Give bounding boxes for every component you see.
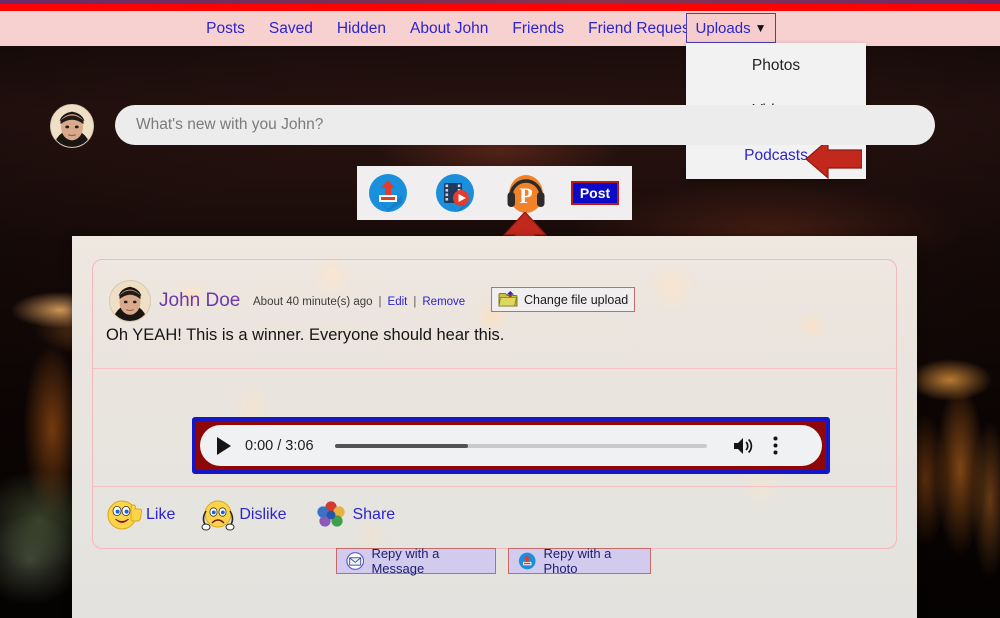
reply-with-message-label: Repy with a Message: [371, 546, 486, 576]
thumbs-up-smiley-icon: [106, 499, 144, 531]
post-meta: About 40 minute(s) ago | Edit | Remove: [253, 296, 465, 308]
dislike-label: Dislike: [239, 506, 286, 524]
post-reactions: Like Dislike: [106, 495, 506, 535]
post-author-name[interactable]: John Doe: [159, 290, 240, 312]
envelope-icon: [346, 551, 364, 571]
post-edit-link[interactable]: Edit: [388, 296, 408, 308]
post-card: John Doe About 40 minute(s) ago | Edit |…: [92, 259, 897, 549]
reply-with-message-button[interactable]: Repy with a Message: [336, 548, 496, 574]
audio-progress-fill: [335, 444, 469, 448]
volume-icon[interactable]: [733, 437, 753, 455]
uploads-dropdown-button[interactable]: Uploads ▼: [686, 13, 776, 43]
post-divider-bottom: [93, 486, 898, 487]
main-navbar: Posts Saved Hidden About John Friends Fr…: [0, 11, 1000, 46]
svg-text:P: P: [519, 183, 532, 208]
share-button[interactable]: Share: [312, 499, 395, 531]
chevron-down-icon: ▼: [755, 21, 767, 35]
folder-upload-icon: [498, 291, 518, 308]
top-red-bar: [0, 4, 1000, 11]
nav-friends[interactable]: Friends: [500, 20, 576, 38]
play-icon[interactable]: [216, 437, 232, 455]
share-label: Share: [352, 506, 395, 524]
post-author-avatar: [109, 280, 151, 322]
avatar-face-icon: [51, 105, 93, 147]
audio-player: 0:00 / 3:06: [192, 417, 830, 474]
menu-item-photos[interactable]: Photos: [686, 43, 866, 88]
upload-photo-icon: [518, 551, 536, 571]
reply-with-photo-label: Repy with a Photo: [543, 546, 641, 576]
more-options-icon[interactable]: [773, 436, 778, 455]
post-timestamp: About 40 minute(s) ago: [253, 296, 373, 308]
post-body-text: Oh YEAH! This is a winner. Everyone shou…: [106, 326, 504, 345]
audio-time-display: 0:00 / 3:06: [245, 438, 314, 454]
composer-input[interactable]: What's new with you John?: [115, 116, 323, 134]
share-flower-icon: [312, 499, 350, 531]
post-divider-top: [93, 368, 898, 369]
change-file-upload-label: Change file upload: [524, 293, 628, 307]
avatar-face-icon: [110, 281, 150, 321]
like-label: Like: [146, 506, 175, 524]
dislike-button[interactable]: Dislike: [199, 499, 286, 531]
post-remove-link[interactable]: Remove: [422, 296, 465, 308]
audio-player-controls: 0:00 / 3:06: [200, 425, 822, 466]
nav-hidden[interactable]: Hidden: [325, 20, 398, 38]
audio-progress-slider[interactable]: [335, 444, 707, 448]
uploads-label: Uploads: [696, 20, 751, 37]
nav-saved[interactable]: Saved: [257, 20, 325, 38]
change-file-upload-button[interactable]: Change file upload: [491, 287, 635, 312]
nav-about-john[interactable]: About John: [398, 20, 500, 38]
post-button[interactable]: Post: [571, 181, 619, 205]
like-button[interactable]: Like: [106, 499, 175, 531]
meta-separator-2: |: [413, 296, 416, 308]
reply-with-photo-button[interactable]: Repy with a Photo: [508, 548, 651, 574]
composer-bar[interactable]: What's new with you John?: [115, 105, 935, 145]
upload-photo-icon[interactable]: [368, 173, 408, 213]
nav-posts[interactable]: Posts: [194, 20, 257, 38]
sad-smiley-icon: [199, 499, 237, 531]
meta-separator-1: |: [379, 296, 382, 308]
avatar: [50, 104, 94, 148]
upload-video-icon[interactable]: [435, 173, 475, 213]
upload-podcast-icon[interactable]: P: [504, 170, 548, 216]
